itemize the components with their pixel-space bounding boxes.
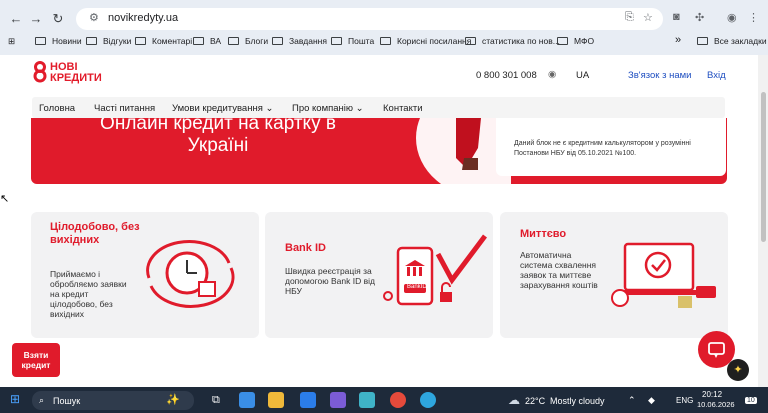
app-icon[interactable] [330,392,346,408]
bookmark-item[interactable]: МФО [557,36,594,46]
folder-icon [135,37,146,45]
card-text: Швидка реєстрація за допомогою Bank ID в… [285,266,375,296]
folder-icon [193,37,204,45]
sparkle-icon[interactable]: ✦ [727,359,749,381]
menu-item-credit-terms[interactable]: Умови кредитування ⌄ [172,103,273,114]
store-icon[interactable] [239,392,255,408]
hero-title: Онлайн кредит на картку в Україні [100,118,336,156]
card-title: Миттєво [520,228,567,240]
bank-id-phone-icon [383,234,487,306]
reload-icon[interactable]: ↻ [50,11,66,27]
folder-icon [380,37,391,45]
chevron-down-icon: ⌄ [265,103,274,114]
bookmark-item[interactable]: Коментарі [135,36,192,46]
bookmark-item[interactable]: Корисні посилання [380,36,471,46]
bookmark-item[interactable]: статистика по нов... [465,36,560,46]
telegram-icon[interactable] [420,392,436,408]
apps-grid-icon[interactable]: ⊞ [8,36,15,47]
card-text: Автоматична система схвалення заявок та … [520,250,598,290]
folder-icon [35,37,46,45]
copilot-sparkle-icon: ✨ [166,394,180,406]
tray-app-icon[interactable]: ◆ [648,395,655,406]
chevron-down-icon: ⌄ [355,103,364,114]
bookmark-item[interactable]: Блоги [228,36,268,46]
site-info-icon[interactable]: ⚙ [89,11,99,24]
mouse-cursor: ↖ [0,193,10,205]
notifications-badge[interactable]: 10 [745,397,757,404]
all-bookmarks[interactable]: Все закладки [697,36,767,46]
clock-time[interactable]: 20:12 [702,390,722,399]
menu-dots-icon[interactable]: ⋮ [748,11,759,24]
feature-card-24-7: Цілодобово, без вихідних Приймаємо і обр… [31,212,259,338]
web-page: НОВІ КРЕДИТИ 0 800 301 008 ◉ UA Зв'язок … [0,55,768,387]
extensions-icon[interactable]: ✣ [695,11,704,24]
contact-link[interactable]: Зв'язок з нами [628,70,691,81]
hero-disclaimer: Даний блок не є кредитним калькулятором … [514,140,691,157]
clock-icon [146,240,235,308]
hero-banner: Онлайн кредит на картку в Україні Даний … [31,118,727,184]
bank-id-label: BankID [407,284,427,290]
feature-card-bank-id: Bank ID Швидка реєстрація за допомогою B… [265,212,493,338]
card-title: Цілодобово, без вихідних [50,221,140,246]
bookmark-item[interactable]: ВА [193,36,221,46]
folder-icon [228,37,239,45]
bookmark-item[interactable]: Відгуки [86,36,131,46]
task-view-icon[interactable]: ⧉ [212,394,220,407]
folder-icon [272,37,283,45]
windows-start-icon[interactable]: ⊞ [10,392,20,406]
scrollbar-thumb[interactable] [761,92,766,242]
hero-info-card: Даний блок не є кредитним калькулятором … [496,118,726,176]
menu-item-faq[interactable]: Часті питання [94,103,155,114]
weather-icon: ☁ [508,393,520,407]
chrome-icon[interactable] [390,392,406,408]
weather-temp[interactable]: 22°C [525,396,545,406]
feature-card-instant: Миттєво Автоматична система схвалення за… [500,212,728,338]
weather-desc[interactable]: Mostly cloudy [550,396,605,406]
translate-icon[interactable]: ⎘ [625,11,634,24]
forward-icon[interactable]: → [28,11,44,27]
tray-chevron-icon[interactable]: ⌃ [628,395,636,406]
search-icon: ⌕ [39,395,45,405]
bookmark-item[interactable]: Пошта [331,36,374,46]
folder-icon [557,37,568,45]
app-icon[interactable] [300,392,316,408]
star-icon[interactable]: ☆ [643,11,653,24]
phone-number[interactable]: 0 800 301 008 [476,70,537,81]
take-credit-button[interactable]: Взяти кредит [12,343,60,377]
site-logo[interactable]: НОВІ КРЕДИТИ [31,61,102,88]
url-text[interactable]: novikredyty.ua [108,12,178,24]
menu-item-about[interactable]: Про компанію ⌄ [292,103,364,114]
menu-item-home[interactable]: Головна [39,103,75,114]
card-text: Приймаємо і обробляємо заявки на кредит … [50,269,127,319]
input-language[interactable]: ENG [676,396,693,405]
hero-illustration [416,118,511,184]
bookmark-item[interactable]: Завдання [272,36,327,46]
menu-item-contacts[interactable]: Контакти [383,103,423,114]
language-switch[interactable]: UA [576,70,589,81]
folder-icon [331,37,342,45]
folder-icon [697,37,708,45]
taskbar-search-text: Пошук [53,396,81,406]
camera-icon[interactable]: ◙ [673,11,680,23]
logo-mark-icon [33,61,47,83]
profile-icon[interactable]: ◉ [727,11,737,24]
eye-icon[interactable]: ◉ [548,69,556,80]
login-link[interactable]: Вхід [707,70,726,81]
folder-icon [465,37,476,45]
file-explorer-icon[interactable] [268,392,284,408]
app-icon[interactable] [359,392,375,408]
logo-line2: КРЕДИТИ [50,72,102,84]
clock-date[interactable]: 10.06.2026 [697,400,735,409]
folder-icon [86,37,97,45]
bookmarks-overflow[interactable]: » [675,34,681,46]
card-title: Bank ID [285,242,326,254]
instant-laptop-icon [611,242,716,308]
bookmark-item[interactable]: Новини [35,36,82,46]
back-icon[interactable]: ← [8,11,24,27]
